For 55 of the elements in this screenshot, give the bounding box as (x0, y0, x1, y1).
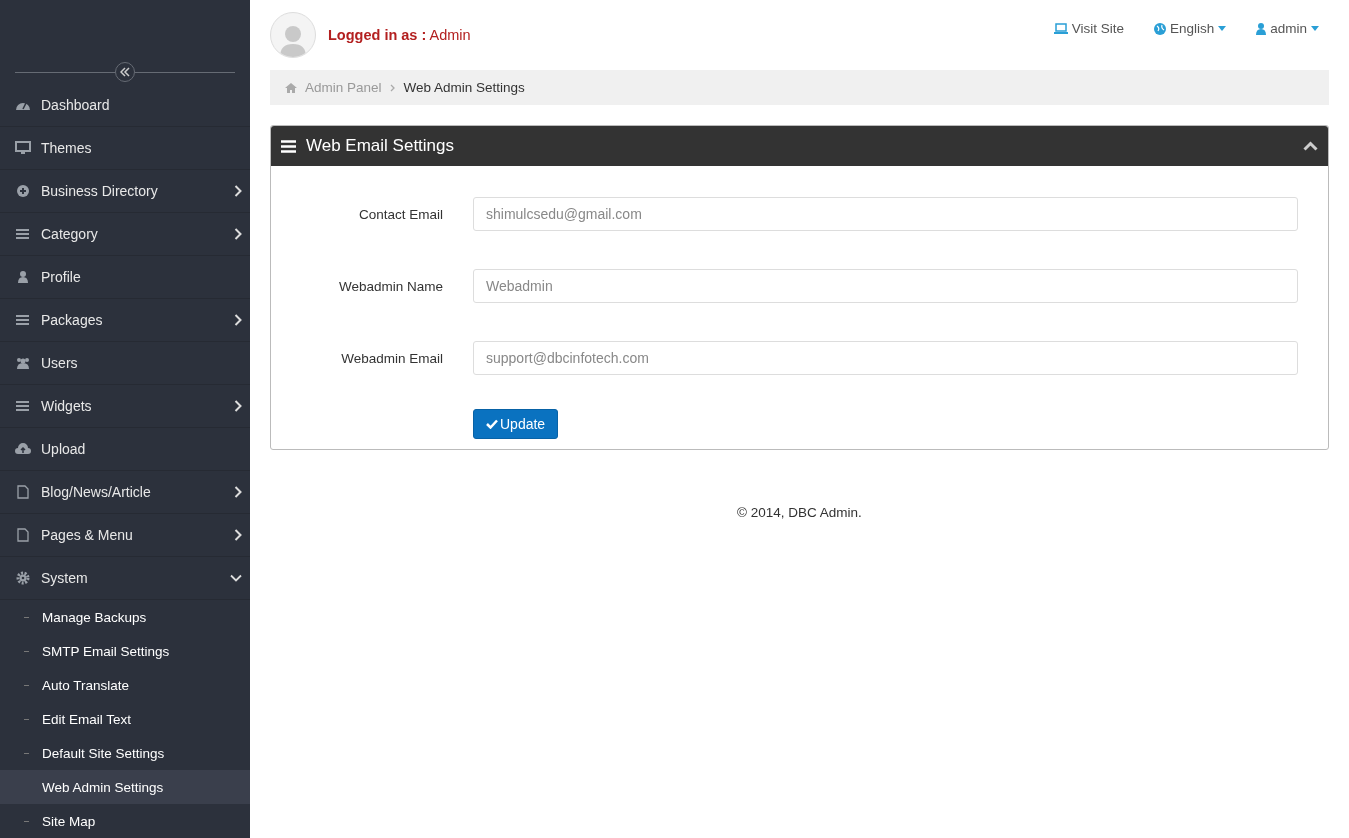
laptop-icon (1053, 23, 1068, 34)
text-field[interactable]: support@dbcinfotech.com (473, 341, 1298, 375)
monitor-icon (15, 141, 31, 155)
user-icon (15, 270, 31, 284)
plus-icon (15, 184, 31, 198)
gear-icon (15, 571, 31, 585)
sidebar-item[interactable]: Business Directory (0, 170, 250, 213)
home-icon (285, 82, 297, 93)
bars-icon (15, 227, 31, 241)
user-icon (1256, 22, 1267, 35)
panel-title: Web Email Settings (306, 136, 456, 156)
field-label: Webadmin Name (337, 278, 444, 294)
submenu-item[interactable]: Manage Backups (0, 600, 250, 634)
breadcrumb-current: Web Admin Settings (403, 80, 525, 95)
avatar (270, 12, 316, 58)
header-link[interactable]: Visit Site (1053, 21, 1124, 36)
submenu-item[interactable]: SMTP Email Settings (0, 634, 250, 668)
sidebar-item[interactable]: Themes (0, 127, 250, 170)
sidebar-item[interactable]: Users (0, 342, 250, 385)
chevron-up-icon[interactable] (1303, 141, 1318, 151)
header-link[interactable]: English (1153, 21, 1227, 36)
submenu-item[interactable]: Edit Email Text (0, 702, 250, 736)
double-chevron-left-icon (120, 67, 130, 77)
text-field[interactable]: Webadmin (473, 269, 1298, 303)
submenu-item[interactable]: Web Admin Settings (0, 770, 250, 804)
sidebar-item[interactable]: Dashboard (0, 84, 250, 127)
field-label: Contact Email (357, 206, 444, 222)
sidebar-item[interactable]: Pages & Menu (0, 514, 250, 557)
submenu-item[interactable]: Default Site Settings (0, 736, 250, 770)
header-link[interactable]: admin (1256, 21, 1319, 36)
update-button[interactable]: Update (473, 409, 559, 439)
menu-icon (281, 139, 296, 153)
file-icon (15, 528, 31, 542)
check-icon (486, 419, 498, 429)
file-icon (15, 485, 31, 499)
sidebar-item[interactable]: Profile (0, 256, 250, 299)
bars-icon (15, 399, 31, 413)
globe-icon (1153, 22, 1166, 35)
logged-in-text: Logged in as : Admin (328, 27, 471, 43)
chevron-right-icon (389, 83, 396, 92)
submenu-item[interactable]: Site Map (0, 804, 250, 838)
sidebar-item[interactable]: Blog/News/Article (0, 471, 250, 514)
submenu-item[interactable]: Auto Translate (0, 668, 250, 702)
text-field[interactable]: shimulcsedu@gmail.com (473, 197, 1298, 231)
bars-icon (15, 313, 31, 327)
users-icon (15, 356, 31, 370)
sidebar-item[interactable]: Upload (0, 428, 250, 471)
sidebar-item[interactable]: System (0, 557, 250, 600)
sidebar-item[interactable]: Category (0, 213, 250, 256)
cloud-icon (15, 442, 31, 456)
sidebar-item[interactable]: Widgets (0, 385, 250, 428)
field-label: Webadmin Email (340, 350, 444, 366)
footer-text: © 2014, DBC Admin. (736, 505, 863, 520)
collapse-sidebar-button[interactable] (115, 62, 135, 82)
sidebar-item[interactable]: Packages (0, 299, 250, 342)
